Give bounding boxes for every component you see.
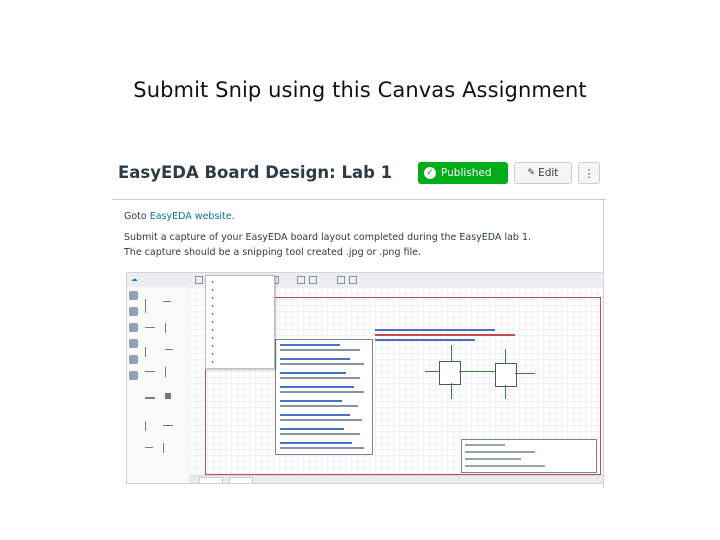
edit-label: Edit bbox=[538, 167, 559, 179]
title-block-line bbox=[465, 444, 505, 446]
diode-symbol bbox=[145, 347, 146, 357]
ground-symbol bbox=[145, 327, 155, 328]
inductor-symbol bbox=[165, 323, 166, 333]
header-divider bbox=[112, 199, 606, 200]
note-line bbox=[280, 447, 364, 449]
led-symbol bbox=[145, 421, 146, 431]
title-block-line bbox=[465, 458, 521, 460]
note-line bbox=[280, 363, 364, 365]
menu-item: ▸ bbox=[212, 343, 215, 348]
toolbar-icon bbox=[195, 276, 203, 284]
menu-item: ▸ bbox=[212, 359, 215, 364]
message-line bbox=[375, 339, 475, 341]
easyeda-library-panel bbox=[127, 287, 190, 483]
note-line bbox=[280, 344, 340, 346]
place-menu-dropdown: ▸ ▸ ▸ ▸ ▸ ▸ ▸ ▸ ▸ ▸ ▸ bbox=[205, 275, 275, 369]
schematic-component-u1 bbox=[439, 361, 461, 385]
menu-item: ▸ bbox=[212, 319, 215, 324]
schematic-title-block bbox=[461, 439, 597, 473]
published-label: Published bbox=[441, 167, 492, 179]
slide-title: Submit Snip using this Canvas Assignment bbox=[133, 78, 587, 102]
toolbar-icon bbox=[349, 276, 357, 284]
wire bbox=[505, 349, 506, 363]
sheet-tab bbox=[229, 477, 253, 483]
sheet-tabs-bar bbox=[189, 475, 603, 483]
wire bbox=[451, 383, 452, 399]
pencil-icon: ✎ bbox=[527, 168, 536, 178]
transistor-symbol bbox=[165, 367, 166, 377]
design-icon bbox=[129, 323, 138, 332]
sheet-tab bbox=[199, 477, 223, 483]
note-line bbox=[280, 358, 350, 360]
resistor-symbol bbox=[145, 299, 146, 313]
menu-item: ▸ bbox=[212, 287, 215, 292]
search-icon bbox=[129, 339, 138, 348]
note-line bbox=[280, 433, 360, 435]
note-line bbox=[280, 391, 364, 393]
note-line bbox=[280, 386, 354, 388]
note-line bbox=[280, 428, 344, 430]
assignment-title: EasyEDA Board Design: Lab 1 bbox=[118, 163, 393, 182]
easyeda-logo: ☁ bbox=[131, 275, 138, 283]
published-button[interactable]: ✓ Published bbox=[418, 162, 508, 184]
connector-symbol bbox=[145, 397, 155, 399]
wire bbox=[425, 371, 439, 372]
toolbar-icon bbox=[309, 276, 317, 284]
instruction-line-2: Submit a capture of your EasyEDA board l… bbox=[124, 232, 532, 243]
capacitor-symbol bbox=[163, 301, 171, 302]
settings-icon bbox=[129, 355, 138, 364]
canvas-assignment-screenshot: EasyEDA Board Design: Lab 1 ✓ Published … bbox=[112, 155, 606, 488]
menu-item: ▸ bbox=[212, 295, 215, 300]
note-line bbox=[280, 349, 360, 351]
wire bbox=[451, 345, 452, 361]
note-line bbox=[280, 377, 360, 379]
source-symbol bbox=[163, 443, 164, 453]
menu-item: ▸ bbox=[212, 327, 215, 332]
menu-item: ▸ bbox=[212, 279, 215, 284]
probe-symbol bbox=[145, 447, 153, 448]
toolbar-icon bbox=[297, 276, 305, 284]
share-icon bbox=[129, 371, 138, 380]
easyeda-toolbar: ☁ bbox=[127, 273, 603, 288]
library-icon bbox=[129, 291, 138, 300]
more-options-button[interactable]: ⋮ bbox=[578, 162, 600, 184]
menu-item: ▸ bbox=[212, 351, 215, 356]
instruction-line-3: The capture should be a snipping tool cr… bbox=[124, 247, 421, 258]
easyeda-website-link[interactable]: EasyEDA website bbox=[150, 211, 232, 222]
vertical-ellipsis-icon: ⋮ bbox=[583, 166, 595, 180]
easyeda-capture-image: ☁ ▸ ▸ ▸ ▸ ▸ ▸ ▸ ▸ ▸ ▸ ▸ bbox=[126, 272, 604, 484]
assignment-header: EasyEDA Board Design: Lab 1 ✓ Published … bbox=[112, 155, 606, 195]
ic-symbol bbox=[165, 393, 171, 399]
menu-item: ▸ bbox=[212, 303, 215, 308]
title-block-line bbox=[465, 451, 535, 453]
message-line bbox=[375, 329, 495, 331]
parts-icon bbox=[129, 307, 138, 316]
title-block-line bbox=[465, 465, 545, 467]
note-line bbox=[280, 400, 342, 402]
edit-button[interactable]: ✎ Edit bbox=[514, 162, 572, 184]
instruction-suffix: . bbox=[231, 211, 235, 222]
check-circle-icon: ✓ bbox=[424, 167, 436, 179]
schematic-component-u2 bbox=[495, 363, 517, 387]
battery-symbol bbox=[145, 371, 155, 372]
message-line bbox=[375, 334, 515, 336]
note-line bbox=[280, 405, 358, 407]
wire bbox=[505, 385, 506, 399]
toolbar-icon bbox=[337, 276, 345, 284]
fuse-symbol bbox=[163, 425, 173, 426]
instruction-prefix: Goto bbox=[124, 211, 150, 222]
menu-item: ▸ bbox=[212, 335, 215, 340]
menu-item: ▸ bbox=[212, 311, 215, 316]
schematic-notes-box bbox=[275, 339, 373, 455]
note-line bbox=[280, 442, 352, 444]
instruction-line-1: Goto EasyEDA website. bbox=[124, 211, 235, 222]
note-line bbox=[280, 414, 350, 416]
note-line bbox=[280, 419, 362, 421]
wire bbox=[459, 371, 495, 372]
switch-symbol bbox=[165, 349, 173, 350]
wire bbox=[515, 373, 535, 374]
note-line bbox=[280, 372, 346, 374]
